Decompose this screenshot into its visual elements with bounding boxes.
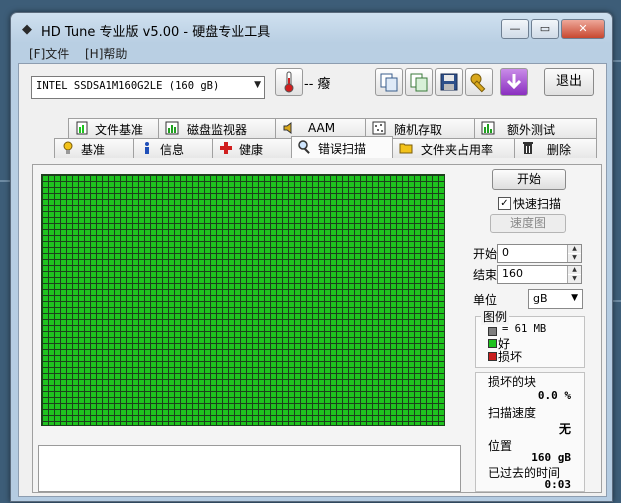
- tab-extra-tests[interactable]: 额外测试: [474, 118, 597, 138]
- tab-error-scan[interactable]: 错误扫描: [291, 136, 393, 158]
- scan-block-map: [41, 174, 445, 426]
- temperature-readout: -- 癈: [304, 77, 331, 92]
- damaged-blocks-label: 损坏的块: [488, 375, 537, 389]
- tab-label: 健康: [239, 143, 264, 157]
- minimize-button[interactable]: —: [501, 19, 529, 39]
- tab-label: AAM: [308, 121, 336, 135]
- health-cross-icon: [220, 142, 232, 154]
- legend-bad-swatch: [488, 352, 497, 361]
- app-icon: ◆: [22, 22, 32, 37]
- unit-value: gB: [533, 292, 548, 305]
- stepper-up-icon[interactable]: ▲: [568, 245, 581, 253]
- title-bar[interactable]: ◆ HD Tune 专业版 v5.00 - 硬盘专业工具 — ▭ ✕: [11, 13, 612, 43]
- start-value: 0: [502, 246, 509, 259]
- magnifier-icon: [298, 140, 310, 154]
- tab-label: 错误扫描: [318, 142, 367, 156]
- file-benchmark-icon: [76, 121, 88, 135]
- unit-label: 单位: [473, 293, 498, 307]
- tab-label: 随机存取: [394, 123, 443, 137]
- legend-block-size: = 61 MB: [502, 323, 547, 335]
- folder-icon: [399, 143, 413, 154]
- benchmark-icon: [63, 141, 73, 154]
- tab-random-access[interactable]: 随机存取: [365, 118, 475, 138]
- drive-select[interactable]: INTEL SSDSA1M160G2LE (160 gB) ▼: [31, 76, 265, 99]
- trash-icon: [523, 142, 533, 154]
- close-button[interactable]: ✕: [561, 19, 605, 39]
- quick-scan-checkbox[interactable]: ✓: [498, 197, 511, 210]
- stepper-up-icon[interactable]: ▲: [568, 266, 581, 274]
- disk-monitor-icon: [165, 121, 179, 135]
- start-stepper[interactable]: ▲ ▼: [567, 245, 581, 262]
- chevron-down-icon: ▼: [571, 293, 578, 303]
- end-stepper[interactable]: ▲ ▼: [567, 266, 581, 283]
- window-title: HD Tune 专业版 v5.00 - 硬盘专业工具: [41, 25, 271, 40]
- menu-bar: [F]文件 [H]帮助: [11, 43, 612, 63]
- tab-label: 删除: [547, 143, 572, 157]
- save-button[interactable]: [435, 68, 463, 96]
- legend-good-swatch: [488, 339, 497, 348]
- scan-speed-label: 扫描速度: [488, 406, 537, 420]
- quick-scan-label: 快速扫描: [513, 197, 562, 211]
- scan-log-box[interactable]: [38, 445, 461, 492]
- position-value: 160 gB: [531, 451, 571, 464]
- tab-erase[interactable]: 删除: [514, 138, 597, 158]
- stepper-down-icon[interactable]: ▼: [568, 275, 581, 283]
- start-input[interactable]: 0 ▲ ▼: [497, 244, 582, 263]
- copy-text-button[interactable]: [375, 68, 403, 96]
- drive-select-value: INTEL SSDSA1M160G2LE (160 gB): [36, 80, 220, 92]
- tab-file-benchmark[interactable]: 文件基准: [68, 118, 159, 138]
- unit-select[interactable]: gB ▼: [528, 289, 583, 309]
- tab-label: 额外测试: [507, 123, 556, 137]
- copy-screenshot-button[interactable]: [405, 68, 433, 96]
- tab-label: 磁盘监视器: [187, 123, 248, 137]
- tab-label: 文件基准: [95, 123, 144, 137]
- elapsed-time-value: 0:03: [544, 478, 572, 491]
- desktop-background-line: [0, 180, 10, 182]
- legend-block-swatch: [488, 327, 497, 336]
- stepper-down-icon[interactable]: ▼: [568, 254, 581, 262]
- app-window: ◆ HD Tune 专业版 v5.00 - 硬盘专业工具 — ▭ ✕ [F]文件…: [10, 12, 613, 502]
- temperature-button[interactable]: [275, 68, 303, 96]
- damaged-blocks-value: 0.0 %: [537, 389, 571, 402]
- copy-icon: [380, 73, 398, 92]
- end-input[interactable]: 160 ▲ ▼: [497, 265, 582, 284]
- tab-health[interactable]: 健康: [212, 138, 292, 158]
- tab-benchmark[interactable]: 基准: [54, 138, 134, 158]
- scan-speed-value: 无: [558, 422, 571, 436]
- menu-file[interactable]: [F]文件: [29, 45, 69, 62]
- legend-bad-label: 损坏: [498, 350, 523, 364]
- start-label: 开始: [473, 247, 498, 261]
- arrow-down-icon: [506, 74, 522, 90]
- thermometer-icon: [284, 71, 294, 93]
- download-button[interactable]: [500, 68, 528, 96]
- end-label: 结束: [473, 268, 498, 282]
- copy-image-icon: [410, 73, 428, 92]
- speaker-icon: [283, 122, 292, 134]
- tab-label: 信息: [160, 143, 185, 157]
- floppy-disk-icon: [440, 73, 458, 91]
- info-icon: [145, 142, 149, 154]
- tab-disk-monitor[interactable]: 磁盘监视器: [158, 118, 276, 138]
- end-value: 160: [502, 267, 523, 280]
- tab-aam[interactable]: AAM: [275, 118, 366, 138]
- maximize-button[interactable]: ▭: [531, 19, 559, 39]
- random-access-icon: [372, 121, 386, 135]
- tab-folder-usage[interactable]: 文件夹占用率: [392, 138, 515, 158]
- chevron-down-icon: ▼: [254, 80, 261, 90]
- tab-label: 基准: [81, 143, 106, 157]
- tab-label: 文件夹占用率: [421, 143, 494, 157]
- tab-info[interactable]: 信息: [133, 138, 213, 158]
- options-button[interactable]: [465, 68, 493, 96]
- exit-button[interactable]: 退出: [544, 68, 594, 96]
- menu-help[interactable]: [H]帮助: [85, 45, 127, 62]
- start-scan-button[interactable]: 开始: [492, 169, 566, 190]
- speed-map-button[interactable]: 速度图: [490, 214, 566, 233]
- main-client-area: INTEL SSDSA1M160G2LE (160 gB) ▼ -- 癈 退出 …: [18, 63, 607, 497]
- extra-tests-icon: [481, 121, 495, 135]
- wrench-icon: [470, 73, 486, 93]
